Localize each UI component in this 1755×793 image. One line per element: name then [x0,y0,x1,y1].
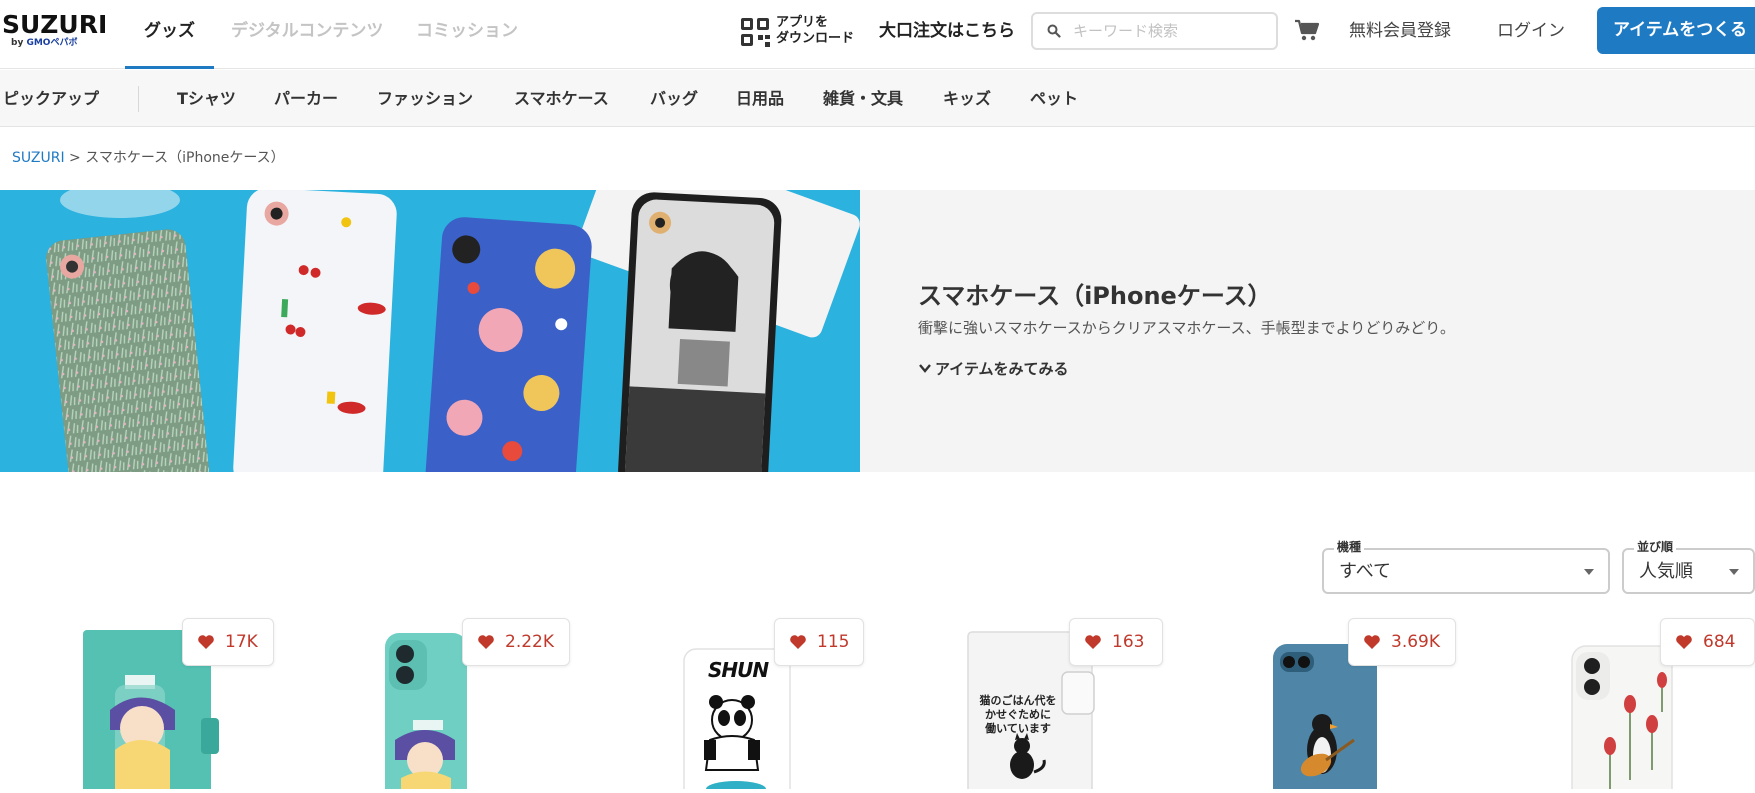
print-line: 猫のごはん代を [979,694,1057,707]
tab-commission[interactable]: コミッション [416,18,518,44]
breadcrumb: SUZURI > スマホケース（iPhoneケース） [12,148,285,168]
category-stationery[interactable]: 雑貨・文具 [823,87,903,111]
dropdown-arrow-icon [1584,569,1594,575]
app-download-line1: アプリを [776,15,829,30]
print-line: 働いています [985,722,1051,735]
login-link[interactable]: ログイン [1497,18,1565,44]
like-count: 684 [1703,632,1736,652]
category-fashion[interactable]: ファッション [377,87,473,111]
breadcrumb-separator: > [69,150,81,166]
logo-gmo: GMO [26,38,51,48]
like-button[interactable]: 17K [182,618,274,666]
like-count: 115 [817,632,850,652]
search-input[interactable] [1073,20,1268,42]
chevron-down-icon [919,364,931,373]
see-items-link[interactable]: アイテムをみてみる [918,358,1069,380]
category-tshirt[interactable]: Tシャツ [177,87,236,111]
product-print-text: 猫のごはん代を かせぐために 働いています [978,694,1058,736]
logo-byline: by GMOペパボ [11,38,108,49]
qr-code-icon [741,18,771,48]
hero-banner-image [0,190,860,472]
logo-by: by [11,38,24,48]
app-download-text: アプリを ダウンロード [776,15,854,47]
category-divider [138,86,139,112]
hero-title: スマホケース（iPhoneケース） [918,282,1272,310]
heart-icon [1085,635,1101,649]
model-select[interactable]: 機種 すべて [1322,540,1610,594]
category-pickup[interactable]: ピックアップ [3,87,99,111]
sort-select[interactable]: 並び順 人気順 [1622,540,1755,594]
like-count: 3.69K [1391,632,1440,652]
heart-icon [1676,635,1692,649]
heart-icon [198,635,214,649]
see-items-label: アイテムをみてみる [935,360,1069,378]
category-daily-goods[interactable]: 日用品 [736,87,784,111]
like-button[interactable]: 163 [1069,618,1163,666]
search-icon [1047,24,1061,38]
heart-icon [478,635,494,649]
print-line: かせぐために [985,708,1051,721]
category-pet[interactable]: ペット [1030,87,1078,111]
heart-icon [1364,635,1380,649]
model-select-label: 機種 [1334,540,1365,554]
sort-select-value: 人気順 [1639,561,1693,582]
tab-digital-contents[interactable]: デジタルコンテンツ [231,18,383,44]
breadcrumb-root[interactable]: SUZURI [12,150,65,166]
app-download-line2: ダウンロード [776,31,855,46]
category-phone-case[interactable]: スマホケース [514,87,609,111]
search-box[interactable] [1031,12,1278,50]
active-tab-indicator [125,66,214,69]
like-count: 2.22K [505,632,554,652]
breadcrumb-current: スマホケース（iPhoneケース） [85,150,285,166]
like-count: 17K [225,632,258,652]
dropdown-arrow-icon [1729,569,1739,575]
category-bag[interactable]: バッグ [650,87,698,111]
logo-pepabo: ペパボ [50,38,78,48]
register-link[interactable]: 無料会員登録 [1349,18,1451,44]
heart-icon [790,635,806,649]
bulk-order-link[interactable]: 大口注文はこちら [879,18,1015,44]
model-select-value: すべて [1339,561,1392,582]
like-button[interactable]: 2.22K [462,618,570,666]
like-button[interactable]: 684 [1660,618,1755,666]
category-bar: ピックアップ Tシャツ パーカー ファッション スマホケース バッグ 日用品 雑… [0,70,1755,127]
top-header: SUZURI by GMOペパボ グッズ デジタルコンテンツ コミッション アプ… [0,0,1755,69]
like-button[interactable]: 115 [774,618,864,666]
product-print-text: SHUN [707,658,769,682]
like-button[interactable]: 3.69K [1348,618,1456,666]
like-count: 163 [1112,632,1145,652]
sort-select-label: 並び順 [1634,540,1677,554]
hero-description: 衝撃に強いスマホケースからクリアスマホケース、手帳型までよりどりみどり。 [918,319,1456,337]
cart-icon[interactable] [1294,18,1320,44]
logo-wordmark: SUZURI [2,10,108,39]
hero-phone-cases-photo [0,190,860,472]
suzuri-logo[interactable]: SUZURI by GMOペパボ [2,12,108,52]
tab-goods[interactable]: グッズ [144,18,195,44]
create-item-button[interactable]: アイテムをつくる [1597,7,1755,54]
app-download-link[interactable]: アプリを ダウンロード [741,15,861,51]
category-kids[interactable]: キッズ [943,87,991,111]
category-hoodie[interactable]: パーカー [274,87,338,111]
